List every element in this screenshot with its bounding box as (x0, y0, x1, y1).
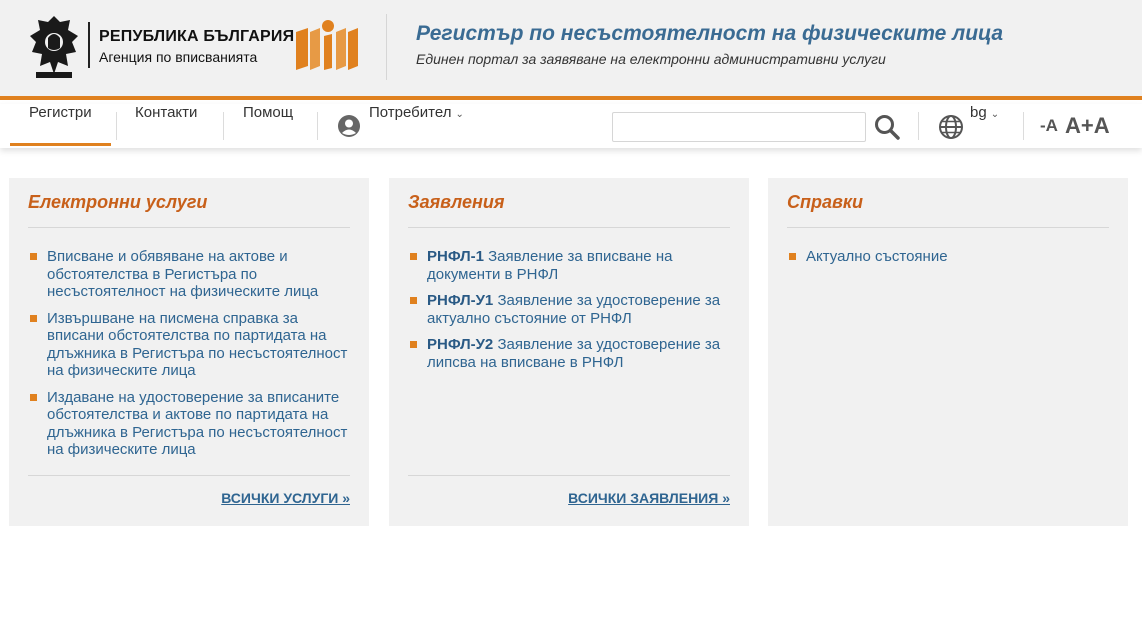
application-code: РНФЛ-У2 (427, 336, 494, 353)
all-services-link[interactable]: ВСИЧКИ УСЛУГИ » (221, 490, 350, 506)
bullet-icon (789, 253, 796, 260)
card-electronic-services: Електронни услуги Вписване и обявяване н… (9, 178, 369, 526)
bullet-icon (410, 341, 417, 348)
nav-item-contacts[interactable]: Контакти (135, 104, 197, 146)
portal-subtitle: Единен портал за заявяване на електронни… (416, 51, 886, 67)
site-header: РЕПУБЛИКА БЪЛГАРИЯ Агенция по вписваният… (0, 0, 1142, 100)
search-input[interactable] (612, 112, 866, 142)
user-menu[interactable]: Потребител ⌄ (369, 104, 464, 146)
divider (787, 227, 1109, 228)
user-icon[interactable] (337, 114, 361, 138)
nav-divider (918, 112, 919, 140)
main-navigation: Регистри Контакти Помощ Потребител ⌄ bg ⌄ … (0, 104, 1142, 148)
service-link[interactable]: Извършване на писмена справка за вписани… (28, 310, 353, 380)
card-title: Справки (787, 192, 863, 212)
globe-icon[interactable] (938, 114, 964, 140)
card-reports: Справки Актуално състояние (768, 178, 1128, 526)
font-increase-button[interactable]: A+A (1065, 104, 1110, 148)
service-link-text: Извършване на писмена справка за вписани… (47, 309, 348, 380)
bullet-icon (30, 314, 37, 322)
language-selector[interactable]: bg ⌄ (970, 104, 999, 148)
report-link[interactable]: Актуално състояние (787, 248, 1112, 266)
card-title: Електронни услуги (28, 192, 208, 212)
services-list: Вписване и обявяване на актове и обстоят… (28, 248, 353, 468)
nav-divider (116, 112, 117, 140)
font-decrease-button[interactable]: -A (1040, 104, 1058, 148)
agency-logo-icon (296, 20, 358, 70)
nav-item-help[interactable]: Помощ (243, 104, 293, 146)
nav-divider (1023, 112, 1024, 140)
service-link-text: Вписване и обявяване на актове и обстоят… (47, 248, 319, 300)
language-label: bg (970, 104, 987, 121)
portal-title: Регистър по несъстоятелност на физически… (416, 22, 1004, 45)
bullet-icon (30, 393, 37, 401)
divider (28, 227, 350, 228)
header-divider (386, 14, 387, 80)
user-menu-label: Потребител (369, 104, 452, 121)
bullet-icon (30, 253, 37, 260)
applications-list: РНФЛ-1 Заявление за вписване на документ… (408, 248, 733, 380)
chevron-down-icon: ⌄ (455, 109, 464, 120)
application-link[interactable]: РНФЛ-У2 Заявление за удостоверение за ли… (408, 336, 733, 371)
service-link-text: Издаване на удостоверение за вписаните о… (47, 388, 348, 459)
divider (28, 475, 350, 476)
service-link[interactable]: Вписване и обявяване на актове и обстоят… (28, 248, 353, 301)
nav-item-registers[interactable]: Регистри (10, 104, 111, 146)
bullet-icon (410, 253, 417, 260)
search-icon[interactable] (873, 113, 901, 141)
card-title: Заявления (408, 192, 505, 212)
nav-divider (317, 112, 318, 140)
report-link-text: Актуално състояние (806, 248, 948, 265)
agency-name: Агенция по вписванията (99, 49, 258, 65)
all-applications-link[interactable]: ВСИЧКИ ЗАЯВЛЕНИЯ » (568, 490, 730, 506)
reports-list: Актуално състояние (787, 248, 1112, 275)
application-link[interactable]: РНФЛ-У1 Заявление за удостоверение за ак… (408, 292, 733, 327)
logo-divider (88, 22, 90, 68)
bullet-icon (410, 297, 417, 304)
chevron-down-icon: ⌄ (990, 109, 1000, 120)
org-name: РЕПУБЛИКА БЪЛГАРИЯ (99, 28, 295, 45)
application-link[interactable]: РНФЛ-1 Заявление за вписване на документ… (408, 248, 733, 283)
service-link[interactable]: Издаване на удостоверение за вписаните о… (28, 389, 353, 459)
nav-divider (223, 112, 224, 140)
divider (408, 475, 730, 476)
application-code: РНФЛ-У1 (427, 292, 494, 309)
application-code: РНФЛ-1 (427, 248, 484, 265)
card-applications: Заявления РНФЛ-1 Заявление за вписване н… (389, 178, 749, 526)
coat-of-arms-icon (30, 16, 78, 78)
divider (408, 227, 730, 228)
